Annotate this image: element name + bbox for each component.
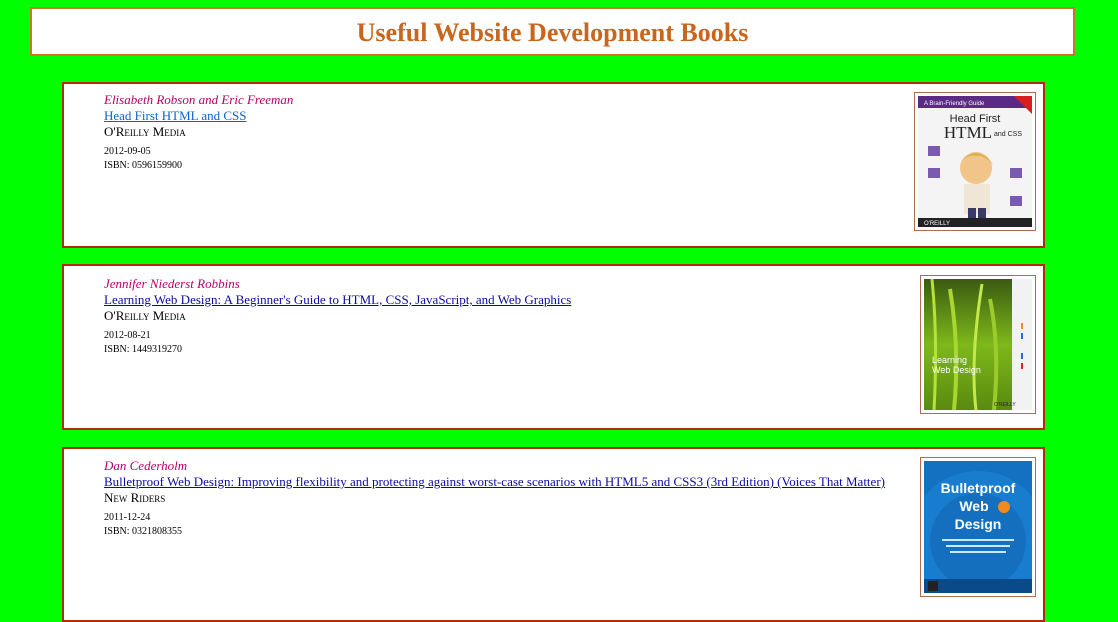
book-info: Dan Cederholm Bulletproof Web Design: Im… — [104, 458, 894, 539]
svg-text:Web: Web — [959, 498, 988, 514]
book-title-link[interactable]: Bulletproof Web Design: Improving flexib… — [104, 474, 894, 490]
svg-text:HTML: HTML — [944, 123, 992, 142]
page-header: Useful Website Development Books — [30, 7, 1075, 56]
book-author: Dan Cederholm — [104, 458, 188, 473]
book-card: Elisabeth Robson and Eric Freeman Head F… — [62, 82, 1045, 248]
book-card: Jennifer Niederst Robbins Learning Web D… — [62, 264, 1045, 430]
book-date: 2011-12-24 — [104, 512, 151, 523]
book-info: Elisabeth Robson and Eric Freeman Head F… — [104, 92, 894, 173]
head-first-cover-icon: A Brain-Friendly Guide Head First HTML a… — [918, 96, 1032, 227]
svg-text:A Brain-Friendly Guide: A Brain-Friendly Guide — [924, 101, 985, 107]
book-info: Jennifer Niederst Robbins Learning Web D… — [104, 276, 894, 357]
book-isbn: ISBN: 0596159900 — [104, 160, 183, 171]
book-cover-image: Bulletproof Web Design — [920, 457, 1036, 597]
svg-text:O'REILLY: O'REILLY — [924, 221, 950, 227]
page-title: Useful Website Development Books — [356, 18, 749, 47]
book-cover-image: Learning Web Design O'REILLY — [920, 275, 1036, 414]
book-cover-image: A Brain-Friendly Guide Head First HTML a… — [914, 92, 1036, 231]
svg-text:Web Design: Web Design — [932, 365, 981, 375]
svg-text:Bulletproof: Bulletproof — [941, 480, 1016, 496]
book-isbn: ISBN: 0321808355 — [104, 526, 183, 537]
book-author: Jennifer Niederst Robbins — [104, 276, 240, 291]
book-publisher: New Riders — [104, 490, 166, 505]
bulletproof-cover-icon: Bulletproof Web Design — [924, 461, 1032, 593]
book-isbn: ISBN: 1449319270 — [104, 344, 183, 355]
svg-text:Learning: Learning — [932, 355, 967, 365]
book-card: Dan Cederholm Bulletproof Web Design: Im… — [62, 447, 1045, 622]
book-publisher: O'Reilly Media — [104, 124, 186, 139]
book-date: 2012-08-21 — [104, 330, 151, 341]
svg-text:and CSS: and CSS — [994, 131, 1022, 138]
book-title-link[interactable]: Learning Web Design: A Beginner's Guide … — [104, 292, 894, 308]
learning-web-design-cover-icon: Learning Web Design O'REILLY — [924, 279, 1032, 410]
book-title-link[interactable]: Head First HTML and CSS — [104, 108, 894, 124]
book-author: Elisabeth Robson and Eric Freeman — [104, 92, 294, 107]
book-date: 2012-09-05 — [104, 146, 151, 157]
book-publisher: O'Reilly Media — [104, 308, 186, 323]
svg-text:O'REILLY: O'REILLY — [994, 402, 1016, 408]
svg-text:Design: Design — [955, 516, 1002, 532]
